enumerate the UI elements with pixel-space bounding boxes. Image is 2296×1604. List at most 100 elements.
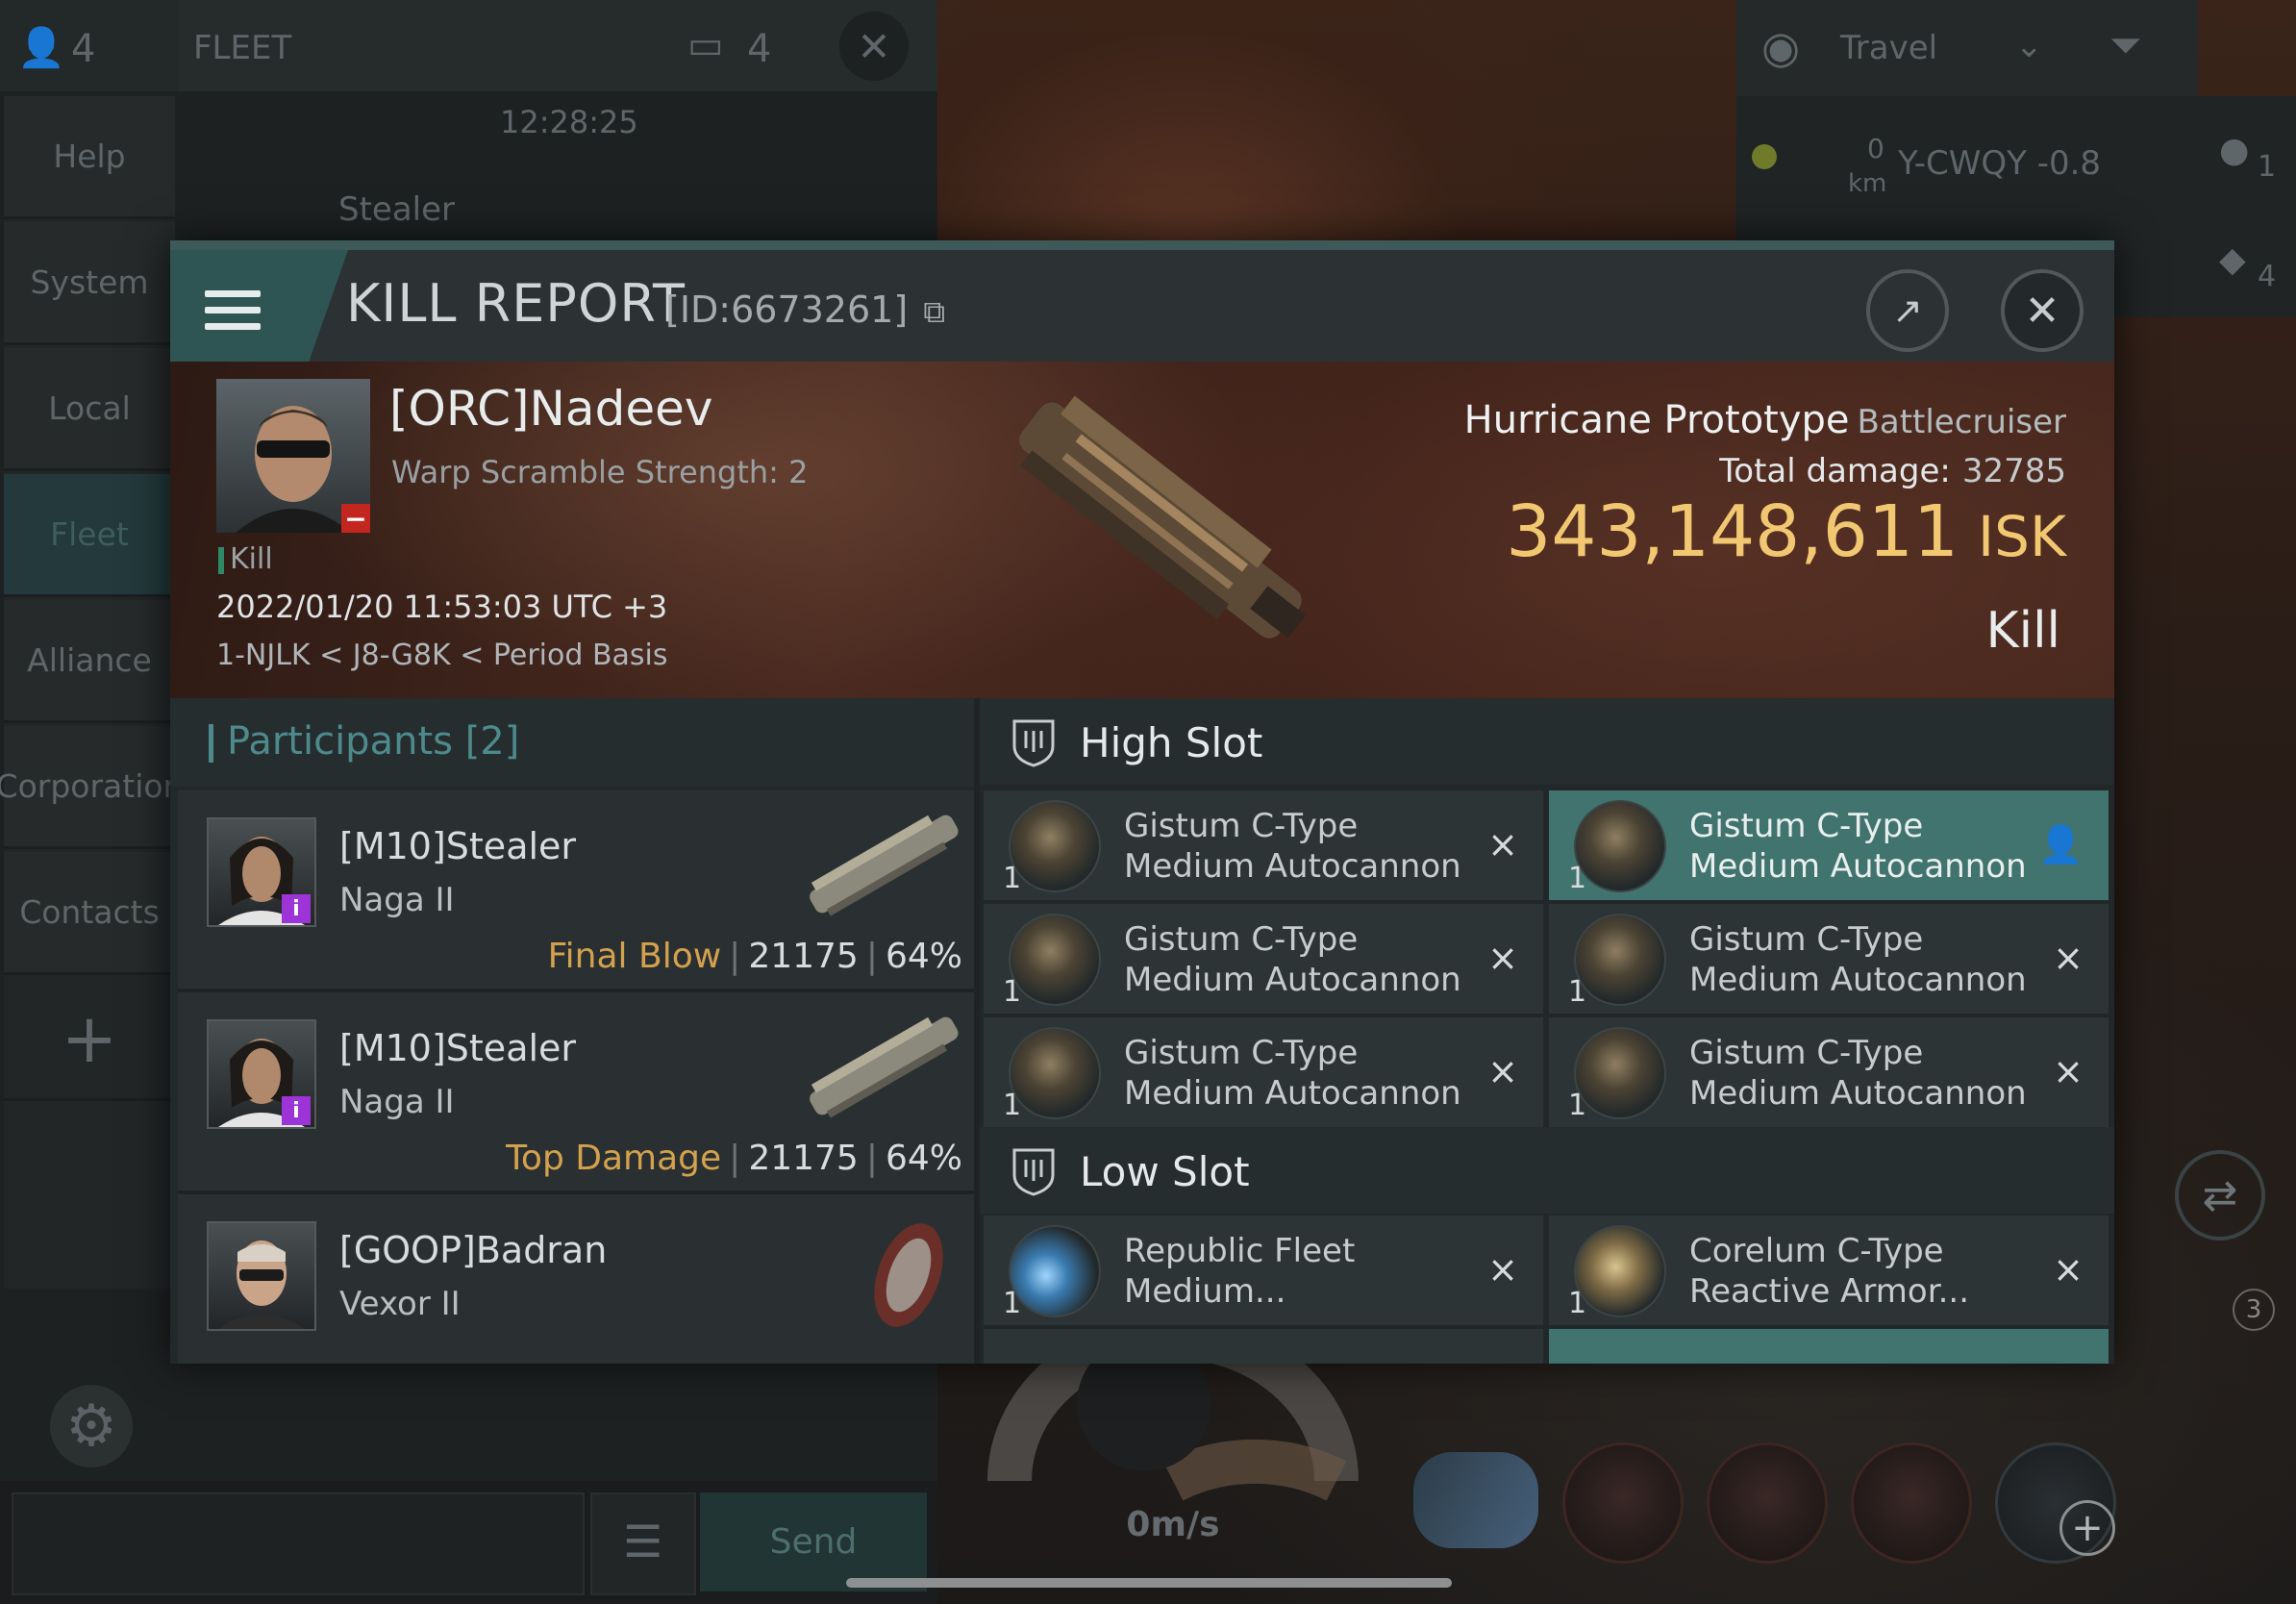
drone-icon[interactable]: ◆ <box>2219 240 2246 280</box>
high-slot-item[interactable]: 1 Gistum C-Type Medium Autocannon × <box>984 790 1543 900</box>
participants-title: Participants <box>227 719 453 764</box>
send-button[interactable]: Send <box>700 1492 927 1591</box>
autocannon-icon <box>1574 1027 1666 1119</box>
kill-location[interactable]: 1-NJLK < J8-G8K < Period Basis <box>216 639 668 672</box>
destroyed-x-icon: × <box>1487 937 1518 979</box>
module-slot-1[interactable] <box>1562 1442 1684 1564</box>
low-slot-icon <box>1012 1148 1055 1196</box>
kill-banner: − [ORC]Nadeev Warp Scramble Strength: 2 … <box>170 362 2114 698</box>
high-slot-item[interactable]: 1 Gistum C-Type Medium Autocannon × <box>984 1017 1543 1127</box>
overview-header: ◉ Travel ⌄ ⏷ <box>1736 0 2198 96</box>
chat-menu-button[interactable]: ☰ <box>590 1492 696 1595</box>
high-slot-item[interactable]: 1 Gistum C-Type Medium Autocannon 👤 <box>1549 790 2109 900</box>
fleet-tab[interactable]: FLEET ▭ 4 ✕ <box>178 0 937 91</box>
participants-panel: Participants [2] i [M10]Stealer Naga II … <box>170 698 974 1364</box>
item-qty: 1 <box>1003 975 1022 1009</box>
damage-control-icon <box>1009 1225 1101 1317</box>
victim-ship-image[interactable] <box>959 362 1362 679</box>
autocannon-icon <box>1009 800 1101 892</box>
fleet-close-icon[interactable]: ✕ <box>839 12 909 81</box>
left-menu: Help System Local Fleet Alliance Corpora… <box>0 96 183 1289</box>
squad-icon[interactable]: ▭ <box>687 23 724 67</box>
eye-icon[interactable]: ◉ <box>1761 21 1800 73</box>
warp-scramble-text: Warp Scramble Strength: 2 <box>391 454 809 490</box>
menu-item-fleet[interactable]: Fleet <box>4 474 175 597</box>
share-icon[interactable]: ↗ <box>1866 269 1949 352</box>
item-name: Republic Fleet Medium... <box>1124 1232 1356 1311</box>
drone-count: 3 <box>2233 1289 2275 1331</box>
copy-icon[interactable]: ⧉ <box>923 293 945 330</box>
destroyed-x-icon: × <box>2053 937 2084 979</box>
high-slot-header: High Slot <box>980 698 2114 785</box>
item-name: Gistum C-Type Medium Autocannon <box>1124 807 1461 886</box>
low-slot-item-partial[interactable] <box>984 1329 1543 1364</box>
weapon-module[interactable] <box>1413 1452 1538 1548</box>
victim-name[interactable]: [ORC]Nadeev <box>389 381 712 437</box>
chat-speaker[interactable]: Stealer <box>338 190 455 229</box>
low-slot-item-partial[interactable] <box>1549 1329 2109 1364</box>
ship-class: Battlecruiser <box>1857 403 2066 441</box>
gear-icon[interactable]: ⚙ <box>50 1385 133 1467</box>
low-slot-item[interactable]: 1 Republic Fleet Medium... × <box>984 1216 1543 1325</box>
item-name: Gistum C-Type Medium Autocannon <box>1124 920 1461 999</box>
gate-icon <box>1752 144 1777 169</box>
chevron-down-icon[interactable]: ⌄ <box>2015 27 2043 65</box>
participant-row[interactable]: i [M10]Stealer Naga II Top Damage | 21175 |… <box>178 992 974 1194</box>
kill-id: [ID:6673261] <box>665 288 909 331</box>
swap-icon[interactable]: ⇄ <box>2175 1150 2265 1241</box>
total-damage-label: Total damage: <box>1719 452 1951 490</box>
filter-icon[interactable]: ⏷ <box>2109 21 2142 69</box>
participant-label: Final Blow <box>547 937 722 976</box>
participant-row[interactable]: [GOOP]Badran Vexor II <box>178 1194 974 1364</box>
menu-item-corporation[interactable]: Corporation <box>0 726 183 849</box>
speed-readout: 0m/s <box>1126 1505 1220 1544</box>
corp-badge: i <box>282 1096 311 1125</box>
member-icon[interactable]: 👤 <box>17 25 65 70</box>
participant-ship-image <box>874 1223 943 1327</box>
participant-name: [M10]Stealer <box>339 825 577 867</box>
item-name: Gistum C-Type Medium Autocannon <box>1689 1034 2027 1113</box>
module-slot-2[interactable] <box>1707 1442 1828 1564</box>
high-slot-item[interactable]: 1 Gistum C-Type Medium Autocannon × <box>984 904 1543 1014</box>
high-slot-item[interactable]: 1 Gistum C-Type Medium Autocannon × <box>1549 1017 2109 1127</box>
item-qty: 1 <box>1003 862 1022 895</box>
side-count-2: 4 <box>2258 260 2277 293</box>
destroyed-x-icon: × <box>1487 1050 1518 1092</box>
participant-row[interactable]: i [M10]Stealer Naga II Final Blow | 21175 |… <box>178 790 974 992</box>
menu-item-system[interactable]: System <box>4 222 175 345</box>
corp-badge: i <box>282 894 311 923</box>
participant-ship: Naga II <box>339 881 455 919</box>
target-icon[interactable]: ● <box>2219 131 2249 170</box>
participant-name: [GOOP]Badran <box>339 1229 608 1271</box>
member-count: 4 <box>71 27 96 71</box>
autocannon-icon <box>1009 914 1101 1006</box>
item-name: Gistum C-Type Medium Autocannon <box>1689 807 2027 886</box>
chat-input[interactable] <box>12 1492 585 1595</box>
low-slot-item[interactable]: 1 Corelum C-Type Reactive Armor... × <box>1549 1216 2109 1325</box>
add-module-icon[interactable]: + <box>2059 1500 2115 1556</box>
low-slot-header: Low Slot <box>980 1127 2114 1214</box>
menu-item-help[interactable]: Help <box>4 96 175 219</box>
participant-ship: Vexor II <box>339 1285 461 1323</box>
add-channel-icon[interactable]: + <box>4 978 175 1101</box>
overview-mode[interactable]: Travel <box>1840 29 1937 67</box>
module-slot-3[interactable] <box>1851 1442 1972 1564</box>
participants-header: Participants [2] <box>170 698 974 787</box>
home-indicator[interactable] <box>846 1578 1452 1588</box>
high-slot-item[interactable]: 1 Gistum C-Type Medium Autocannon × <box>1549 904 2109 1014</box>
hamburger-icon[interactable] <box>205 290 261 331</box>
ship-name[interactable]: Hurricane Prototype <box>1464 398 1850 442</box>
menu-item-contacts[interactable]: Contacts <box>4 852 175 975</box>
participant-percent: 64% <box>885 1139 962 1178</box>
kill-id-wrap: [ID:6673261] ⧉ <box>665 288 945 331</box>
modal-accent-line <box>170 240 2114 250</box>
side-column: ● 1 ◆ 4 <box>2198 96 2296 317</box>
person-icon: 👤 <box>2037 823 2084 865</box>
overview-name[interactable]: Y-CWQY -0.8 <box>1898 144 2101 183</box>
menu-item-local[interactable]: Local <box>4 348 175 471</box>
menu-item-alliance[interactable]: Alliance <box>4 600 175 723</box>
item-qty: 1 <box>1568 1287 1587 1320</box>
close-icon[interactable]: ✕ <box>2001 269 2084 352</box>
destroyed-x-icon: × <box>1487 823 1518 865</box>
participant-avatar[interactable] <box>207 1221 316 1331</box>
